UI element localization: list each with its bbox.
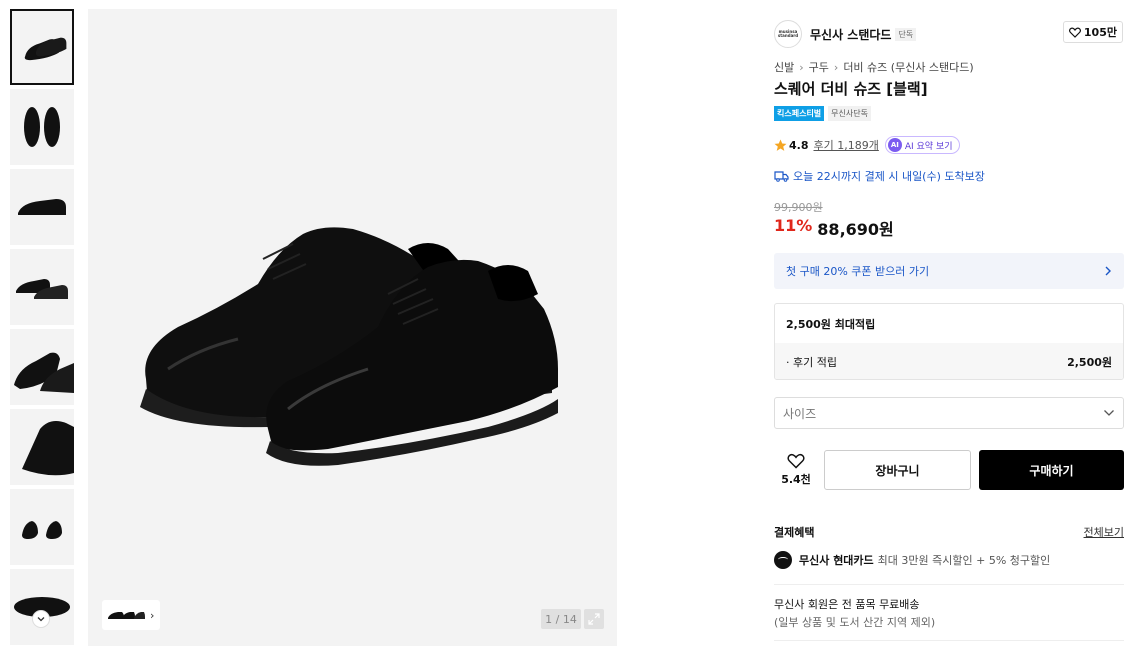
chevron-right-icon [1105, 266, 1111, 276]
main-product-image: › 1 / 14 [88, 9, 617, 646]
points-row-value: 2,500원 [1067, 356, 1112, 369]
card-benefit-desc: 최대 3만원 즉시할인 + 5% 청구할인 [877, 554, 1051, 567]
shoes-mini-icon [108, 612, 145, 619]
brand-like-button[interactable]: 105만 [1062, 21, 1123, 43]
thumbnail-7[interactable] [10, 489, 74, 565]
size-select[interactable]: 사이즈 [774, 397, 1124, 429]
ai-summary-label: AI 요약 보기 [904, 141, 953, 152]
thumbnail-list [10, 9, 74, 646]
card-name: 무신사 현대카드 [799, 554, 874, 567]
thumbnail-1[interactable] [10, 9, 74, 85]
breadcrumb: 신발 › 구두 › 더비 슈즈 (무신사 스탠다드) [774, 59, 974, 75]
price-row: 11% 88,690원 [774, 216, 894, 240]
breadcrumb-item-1[interactable]: 신발 [774, 59, 794, 75]
add-to-cart-button[interactable]: 장바구니 [824, 450, 971, 490]
expand-icon [588, 613, 600, 625]
rating-score: 4.8 [789, 138, 809, 152]
points-header: 2,500원 최대적립 [786, 317, 876, 331]
card-benefit-row: 무신사 현대카드 최대 3만원 즉시할인 + 5% 청구할인 [774, 551, 1050, 569]
exclusive-badge: 무신사단독 [828, 106, 871, 121]
view-all-link[interactable]: 전체보기 [1084, 524, 1124, 540]
chevron-right-icon: › [833, 60, 839, 74]
chevron-right-icon: › [150, 608, 155, 622]
brand-row: musinsa standard 무신사 스탠다드 단독 105만 [774, 20, 1124, 48]
brand-tag: 단독 [895, 27, 917, 41]
wishlist-button[interactable]: 5.4천 [774, 453, 818, 487]
gallery-mini-thumbnail[interactable]: › [102, 600, 160, 630]
breadcrumb-item-2[interactable]: 구두 [809, 59, 829, 75]
points-box: 2,500원 최대적립 · 후기 적립 2,500원 [774, 303, 1124, 380]
coupon-label: 첫 구매 20% 쿠폰 받으러 가기 [786, 265, 930, 278]
ai-summary-button[interactable]: AI AI 요약 보기 [884, 136, 960, 154]
chevron-down-icon [1104, 410, 1114, 416]
truck-icon [774, 170, 789, 182]
sale-price: 88,690원 [817, 220, 894, 239]
product-title: 스퀘어 더비 슈즈 [블랙] [774, 80, 928, 98]
wishlist-count: 5.4천 [781, 473, 811, 486]
thumbnail-8[interactable] [10, 569, 74, 645]
shipping-exception-text: (일부 상품 및 도서 산간 지역 제외) [774, 616, 936, 629]
image-counter: 1 / 14 [541, 609, 581, 629]
brand-logo[interactable]: musinsa standard [774, 20, 802, 48]
payment-benefits-header: 결제혜택 전체보기 [774, 524, 1124, 540]
product-shoes-image [140, 227, 558, 466]
ai-icon: AI [887, 138, 902, 152]
thumbnail-6[interactable] [10, 409, 74, 485]
points-row: · 후기 적립 2,500원 [775, 343, 1123, 379]
brand-like-count: 105만 [1083, 26, 1117, 39]
divider [774, 640, 1124, 641]
points-row-label: · 후기 적립 [786, 356, 837, 369]
thumbnail-2[interactable] [10, 89, 74, 165]
delivery-guarantee: 오늘 22시까지 결제 시 내일(수) 도착보장 [774, 168, 985, 184]
festival-badge: 킥스페스티벌 [774, 106, 825, 121]
chevron-right-icon: › [799, 60, 804, 74]
thumbnail-4[interactable] [10, 249, 74, 325]
heart-icon [787, 453, 805, 469]
brand-logo-text: musinsa standard [777, 29, 799, 38]
thumbnail-3[interactable] [10, 169, 74, 245]
size-select-placeholder: 사이즈 [783, 406, 817, 421]
coupon-banner[interactable]: 첫 구매 20% 쿠폰 받으러 가기 [774, 253, 1124, 289]
divider [774, 584, 1124, 585]
expand-button[interactable] [584, 609, 604, 629]
delivery-text: 오늘 22시까지 결제 시 내일(수) 도착보장 [793, 170, 985, 183]
star-icon [774, 139, 787, 151]
purchase-actions: 5.4천 장바구니 구매하기 [774, 450, 1124, 490]
discount-rate: 11% [774, 216, 813, 235]
brand-name[interactable]: 무신사 스탠다드 [810, 26, 891, 43]
free-shipping-text: 무신사 회원은 전 품목 무료배송 [774, 598, 920, 611]
breadcrumb-item-3[interactable]: 더비 슈즈 (무신사 스탠다드) [843, 59, 973, 75]
product-badges: 킥스페스티벌 무신사단독 [774, 106, 871, 121]
thumbnail-scroll-down-button[interactable] [32, 610, 50, 628]
buy-now-button[interactable]: 구매하기 [979, 450, 1124, 490]
rating-row: 4.8 후기 1,189개 AI AI 요약 보기 [774, 136, 960, 154]
thumbnail-5[interactable] [10, 329, 74, 405]
product-info-panel: musinsa standard 무신사 스탠다드 단독 105만 신발 › 구… [774, 0, 1125, 646]
payment-benefits-title: 결제혜택 [774, 526, 815, 539]
heart-icon [1068, 27, 1081, 38]
card-icon [774, 551, 792, 569]
review-count-link[interactable]: 후기 1,189개 [814, 137, 879, 153]
original-price: 99,900원 [774, 201, 823, 214]
chevron-down-icon [37, 617, 45, 622]
